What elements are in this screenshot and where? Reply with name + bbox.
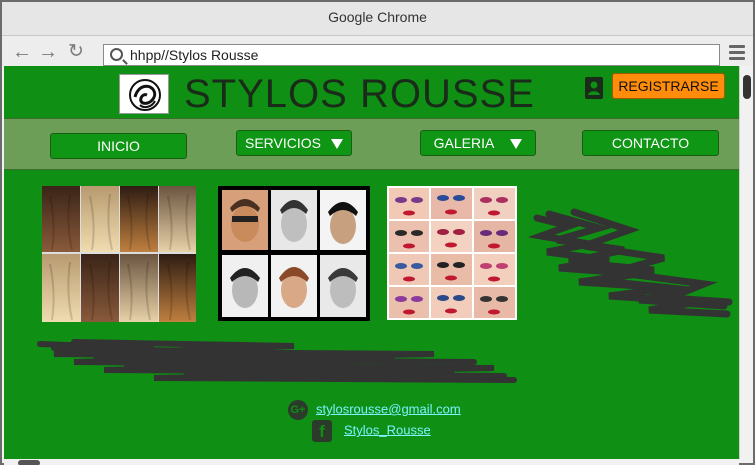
scribble-right	[527, 206, 734, 321]
scribble-bottom	[34, 338, 522, 386]
reload-icon[interactable]: ↻	[68, 42, 84, 62]
nav-contacto-label: CONTACTO	[611, 135, 690, 151]
back-arrow-icon[interactable]: ←	[12, 42, 32, 62]
browser-toolbar: ← → ↻ hhpp//Stylos Rousse	[2, 36, 753, 66]
nav-servicios-label: SERVICIOS	[245, 135, 321, 151]
nav-inicio-label: INICIO	[97, 138, 140, 154]
scrollbar-thumb[interactable]	[743, 75, 751, 99]
nav-inicio-button[interactable]: INICIO	[50, 133, 187, 159]
email-row: G+ stylosrousse@gmail.com	[288, 400, 461, 420]
search-icon	[110, 48, 123, 61]
facebook-link[interactable]: Stylos_Rousse	[344, 422, 431, 437]
vertical-scrollbar[interactable]	[739, 66, 753, 459]
site-title: STYLOS ROUSSE	[184, 72, 535, 116]
facebook-row: f Stylos_Rousse	[312, 420, 431, 442]
horizontal-scrollbar[interactable]	[4, 459, 739, 465]
hamburger-menu-icon[interactable]	[729, 45, 745, 63]
forward-arrow-icon[interactable]: →	[38, 42, 58, 62]
site-header: STYLOS ROUSSE REGISTRARSE	[4, 66, 739, 118]
hscrollbar-thumb[interactable]	[18, 460, 40, 465]
nav-galeria-dropdown[interactable]: GALERIA	[420, 130, 536, 156]
browser-window: Google Chrome ← → ↻ hhpp//Stylos Rousse …	[0, 0, 755, 465]
site-logo[interactable]	[119, 74, 169, 114]
window-title: Google Chrome	[2, 2, 753, 36]
page-viewport: STYLOS ROUSSE REGISTRARSE INICIO SERVICI…	[4, 66, 739, 459]
nav-servicios-dropdown[interactable]: SERVICIOS	[236, 130, 352, 156]
user-icon[interactable]	[584, 76, 604, 100]
gallery-image-men-haircuts[interactable]	[218, 186, 370, 321]
nav-contacto-button[interactable]: CONTACTO	[582, 130, 719, 156]
chevron-down-icon	[331, 139, 343, 149]
email-link[interactable]: stylosrousse@gmail.com	[316, 401, 461, 416]
chevron-down-icon	[510, 139, 523, 149]
gallery-image-hair-color[interactable]	[42, 186, 196, 322]
address-bar[interactable]: hhpp//Stylos Rousse	[103, 44, 720, 66]
gallery-image-makeup[interactable]	[387, 186, 517, 320]
register-button[interactable]: REGISTRARSE	[612, 73, 725, 99]
facebook-icon: f	[312, 420, 332, 442]
nav-galeria-label: GALERIA	[433, 135, 495, 151]
main-nav: INICIO SERVICIOS GALERIA CONTACTO	[4, 118, 739, 170]
address-text: hhpp//Stylos Rousse	[130, 47, 259, 63]
google-plus-icon: G+	[288, 400, 308, 420]
